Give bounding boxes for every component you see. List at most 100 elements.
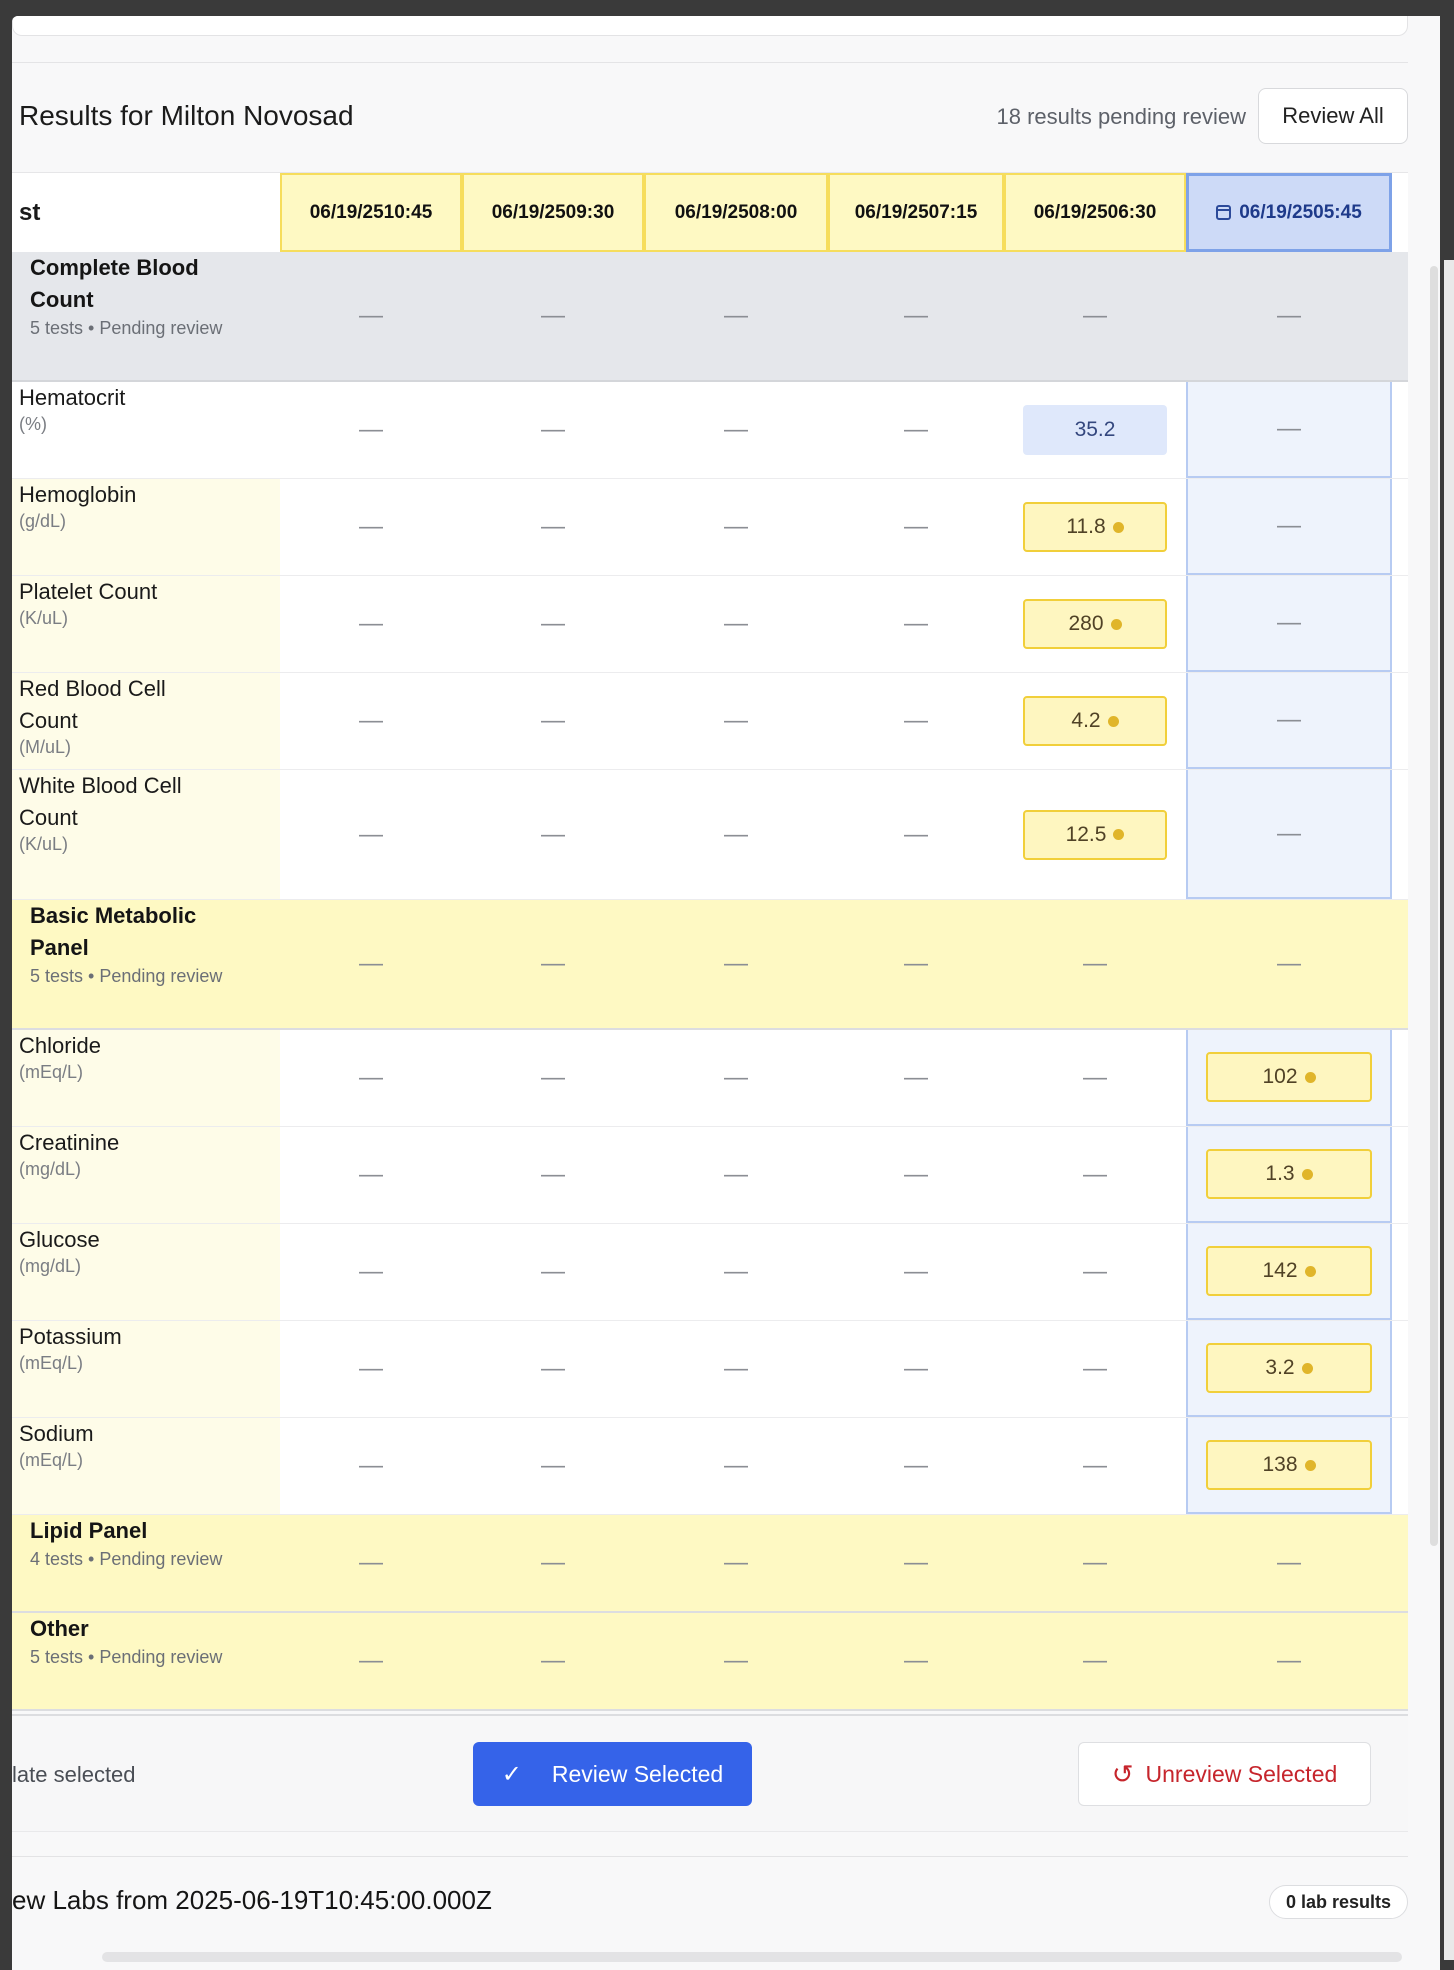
review-selected-button[interactable]: ✓ Review Selected xyxy=(473,1742,752,1806)
empty-cell: — xyxy=(644,1613,828,1709)
empty-value: — xyxy=(1083,1258,1107,1285)
empty-value: — xyxy=(359,1064,383,1091)
group-meta: 5 tests • Pending review xyxy=(30,318,223,338)
result-cell[interactable]: 280 xyxy=(1004,576,1186,672)
empty-value: — xyxy=(359,1258,383,1285)
empty-value: — xyxy=(541,302,565,329)
test-label: Hematocrit (%) xyxy=(12,382,280,478)
undo-icon: ↺ xyxy=(1111,1758,1134,1789)
group-label: Lipid Panel 4 tests • Pending review xyxy=(12,1515,280,1611)
result-value-pill[interactable]: 1.3 xyxy=(1206,1149,1372,1199)
empty-cell: — xyxy=(644,770,828,899)
result-cell[interactable]: 4.2 xyxy=(1004,673,1186,769)
table-row: Hemoglobin (g/dL) — — — — 11.8 — xyxy=(12,479,1408,576)
empty-value: — xyxy=(541,950,565,977)
test-label: Glucose (mg/dL) xyxy=(12,1224,280,1320)
empty-value: — xyxy=(904,1549,928,1576)
date-column-header[interactable]: 06/19/2507:15 xyxy=(828,173,1004,252)
lab-results-modal: Results for Milton Novosad 18 results pe… xyxy=(12,16,1440,1970)
empty-cell: — xyxy=(462,1030,644,1126)
result-cell[interactable]: 3.2 xyxy=(1186,1321,1392,1417)
empty-value: — xyxy=(724,707,748,734)
empty-cell: — xyxy=(280,1224,462,1320)
result-value-pill[interactable]: 138 xyxy=(1206,1440,1372,1490)
test-unit: (M/uL) xyxy=(19,737,72,757)
empty-cell: — xyxy=(1186,673,1392,769)
empty-value: — xyxy=(724,950,748,977)
empty-cell: — xyxy=(1186,770,1392,899)
empty-cell: — xyxy=(462,1515,644,1611)
result-value-pill[interactable]: 11.8 xyxy=(1023,502,1167,552)
empty-cell: — xyxy=(462,1127,644,1223)
empty-cell: — xyxy=(280,770,462,899)
empty-cell: — xyxy=(1004,1224,1186,1320)
result-value-pill[interactable]: 102 xyxy=(1206,1052,1372,1102)
date-column-header[interactable]: 06/19/2505:45 xyxy=(1186,173,1392,252)
group-row[interactable]: Lipid Panel 4 tests • Pending review — — — — —… xyxy=(12,1515,1408,1613)
empty-value: — xyxy=(724,1064,748,1091)
empty-cell: — xyxy=(462,576,644,672)
empty-value: — xyxy=(541,707,565,734)
pending-dot-icon xyxy=(1110,618,1122,630)
result-value-pill[interactable]: 280 xyxy=(1023,599,1167,649)
pending-dot-icon xyxy=(1107,715,1119,727)
table-row: Red Blood Cell Count (M/uL) — — — — 4.2 — xyxy=(12,673,1408,770)
empty-cell: — xyxy=(462,479,644,575)
result-cell[interactable]: 138 xyxy=(1186,1418,1392,1514)
empty-cell: — xyxy=(828,1418,1004,1514)
empty-value: — xyxy=(1083,1064,1107,1091)
result-cell[interactable]: 11.8 xyxy=(1004,479,1186,575)
empty-cell: — xyxy=(1186,252,1392,380)
result-value-pill[interactable]: 4.2 xyxy=(1023,696,1167,746)
empty-cell: — xyxy=(462,770,644,899)
group-row[interactable]: Other 5 tests • Pending review — — — — — — xyxy=(12,1613,1408,1711)
date-column-label: 06/19/2505:45 xyxy=(1239,201,1362,223)
empty-cell: — xyxy=(644,1321,828,1417)
empty-value: — xyxy=(1083,950,1107,977)
result-value-pill[interactable]: 3.2 xyxy=(1206,1343,1372,1393)
empty-value: — xyxy=(1277,706,1301,733)
empty-value: — xyxy=(724,1452,748,1479)
empty-value: — xyxy=(904,820,928,848)
empty-value: — xyxy=(724,820,748,848)
result-cell[interactable]: 102 xyxy=(1186,1030,1392,1126)
empty-value: — xyxy=(724,416,748,443)
result-cell[interactable]: 35.2 xyxy=(1004,382,1186,478)
pending-dot-icon xyxy=(1304,1071,1316,1083)
group-row[interactable]: Complete Blood Count 5 tests • Pending re… xyxy=(12,252,1408,382)
vertical-scrollbar[interactable] xyxy=(1430,266,1438,1546)
empty-value: — xyxy=(1277,512,1301,539)
result-value-pill[interactable]: 142 xyxy=(1206,1246,1372,1296)
empty-cell: — xyxy=(280,1515,462,1611)
result-cell[interactable]: 142 xyxy=(1186,1224,1392,1320)
empty-cell: — xyxy=(280,252,462,380)
result-value: 102 xyxy=(1262,1065,1298,1088)
result-value-pill[interactable]: 35.2 xyxy=(1023,405,1167,455)
date-column-header[interactable]: 06/19/2508:00 xyxy=(644,173,828,252)
table-header-row: st 06/19/2510:45 06/19/2509:30 06/19/2508:0… xyxy=(12,172,1408,252)
empty-cell: — xyxy=(280,576,462,672)
test-name: Platelet Count xyxy=(19,579,158,604)
date-column-label: 06/19/2506:30 xyxy=(1033,201,1157,223)
empty-cell: — xyxy=(828,479,1004,575)
test-name: Creatinine xyxy=(19,1130,120,1155)
horizontal-scrollbar[interactable] xyxy=(102,1952,1402,1962)
review-all-button[interactable]: Review All xyxy=(1258,88,1408,144)
lab-results-count-badge: 0 lab results xyxy=(1268,1885,1408,1919)
group-label: Complete Blood Count 5 tests • Pending re… xyxy=(12,252,280,380)
empty-cell: — xyxy=(644,576,828,672)
empty-value: — xyxy=(724,1258,748,1285)
empty-cell: — xyxy=(462,382,644,478)
table-row: Potassium (mEq/L) — — — — — 3.2 xyxy=(12,1321,1408,1418)
empty-value: — xyxy=(904,513,928,540)
date-column-header[interactable]: 06/19/2509:30 xyxy=(462,173,644,252)
date-column-header[interactable]: 06/19/2506:30 xyxy=(1004,173,1186,252)
result-cell[interactable]: 12.5 xyxy=(1004,770,1186,899)
empty-value: — xyxy=(359,1355,383,1382)
result-cell[interactable]: 1.3 xyxy=(1186,1127,1392,1223)
group-row[interactable]: Basic Metabolic Panel 5 tests • Pending r… xyxy=(12,900,1408,1030)
unreview-selected-button[interactable]: ↺ Unreview Selected xyxy=(1078,1742,1371,1806)
empty-cell: — xyxy=(1186,900,1392,1028)
date-column-header[interactable]: 06/19/2510:45 xyxy=(280,173,462,252)
result-value-pill[interactable]: 12.5 xyxy=(1023,809,1167,860)
